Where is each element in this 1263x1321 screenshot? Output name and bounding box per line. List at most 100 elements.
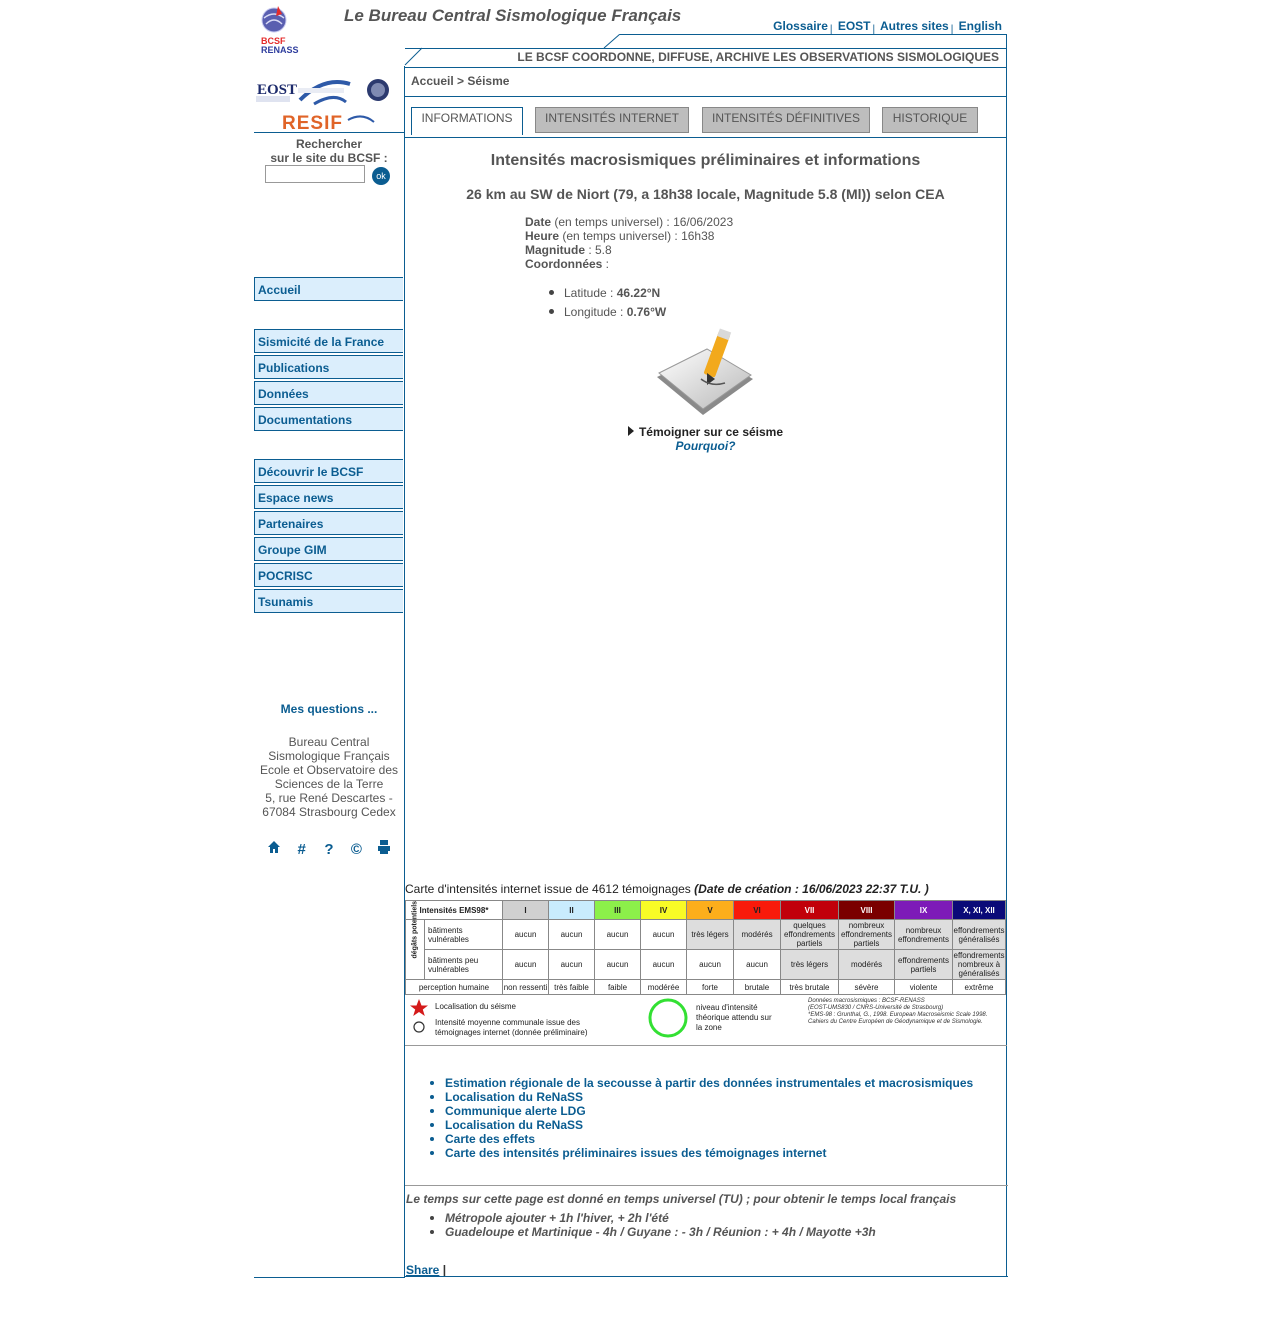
star-icon <box>410 999 428 1016</box>
nav-documentations[interactable]: Documentations <box>254 407 403 431</box>
nav-publications[interactable]: Publications <box>254 355 403 379</box>
bcsf-logo[interactable]: BCSF RENASS <box>258 4 306 55</box>
address-line: Bureau Central <box>288 735 370 749</box>
left-sidebar <box>254 66 405 1278</box>
resif-logo[interactable]: RESIF <box>282 113 375 134</box>
nav-decouvrir[interactable]: Découvrir le BCSF <box>254 459 403 483</box>
tabs-rule <box>405 137 1007 138</box>
copyright-icon[interactable]: © <box>348 841 364 858</box>
search-label-line2: sur le site du BCSF : <box>270 151 388 165</box>
home-icon[interactable] <box>266 840 282 858</box>
bullet <box>549 290 554 295</box>
sidebar-bottom-rule <box>254 1277 404 1278</box>
content-right-border <box>1006 34 1007 1276</box>
level-cell: VIII <box>838 900 895 920</box>
testify-link[interactable]: Témoigner sur ce séisme <box>405 425 1006 439</box>
breadcrumb: Accueil > Séisme <box>411 74 509 88</box>
longitude-label: Longitude : <box>564 305 627 319</box>
map-caption: Carte d'intensités internet issue de 461… <box>405 882 929 896</box>
date-row: Date (en temps universel) : 16/06/2023 <box>525 215 733 229</box>
search-input[interactable] <box>265 165 365 183</box>
nav-donnees[interactable]: Données <box>254 381 403 405</box>
english-link[interactable]: English <box>959 19 1002 33</box>
tagline-bar: LE BCSF COORDONNE, DIFFUSE, ARCHIVE LES … <box>405 48 1007 68</box>
nav-pocrisc[interactable]: POCRISC <box>254 563 403 587</box>
link-preliminary-map[interactable]: Carte des intensités préliminaires issue… <box>445 1146 826 1160</box>
link-ldg-alert[interactable]: Communique alerte LDG <box>445 1104 586 1118</box>
nav-partenaires[interactable]: Partenaires <box>254 511 403 535</box>
credit-line: Données macrosismiques : BCSF-RENASS <box>808 998 925 1004</box>
legend-credits: Données macrosismiques : BCSF-RENASS (EO… <box>808 998 1008 1026</box>
unistra-logo[interactable] <box>298 80 351 106</box>
hash-icon[interactable]: # <box>294 841 310 858</box>
print-icon[interactable] <box>376 840 392 858</box>
legend-cell: violente <box>894 979 953 995</box>
longitude-item: Longitude : 0.76°W <box>549 305 666 324</box>
page-title: Intensités macrosismiques préliminaires … <box>490 152 921 169</box>
legend-cell: nombreux effondrements <box>894 919 953 950</box>
search-label: Rechercher sur le site du BCSF : <box>254 137 404 165</box>
link-renass-2[interactable]: Localisation du ReNaSS <box>445 1118 583 1132</box>
legend-cell: effondrements nombreux à généralisés <box>952 949 1006 980</box>
ems98-table: Intensités EMS98* I II III IV V VI VII V… <box>405 900 1006 995</box>
list-item: Carte des effets <box>430 1132 973 1146</box>
bullet <box>549 309 554 314</box>
nav-groupe-gim[interactable]: Groupe GIM <box>254 537 403 561</box>
link-estimation[interactable]: Estimation régionale de la secousse à pa… <box>445 1076 973 1090</box>
partner-divider <box>254 132 404 133</box>
tab-informations[interactable]: INFORMATIONS <box>411 107 523 135</box>
credit-line: *EMS-98 : Grunthal, G., 1998. European M… <box>808 1012 988 1018</box>
testify-pencil-icon[interactable] <box>655 327 755 419</box>
share-link[interactable]: Share <box>406 1263 439 1277</box>
nav-espace-news[interactable]: Espace news <box>254 485 403 509</box>
questions-link[interactable]: Mes questions ... <box>254 702 404 716</box>
legend-rule <box>405 1045 1007 1046</box>
partner-logos: EOST RESIF <box>254 74 404 134</box>
credit-line: Cahiers du Centre Européen de Géodynamiq… <box>808 1019 983 1025</box>
level-cell: X, XI, XII <box>952 900 1006 920</box>
hour-note: (en temps universel) : <box>559 229 682 243</box>
magnitude-label: Magnitude <box>525 243 585 257</box>
legend-cell: très légers <box>686 919 734 950</box>
eost-link[interactable]: EOST <box>838 19 871 33</box>
testify-label: Témoigner sur ce séisme <box>638 425 784 439</box>
list-item: Localisation du ReNaSS <box>430 1090 973 1104</box>
nav-tsunamis[interactable]: Tsunamis <box>254 589 403 613</box>
eost-logo[interactable]: EOST <box>256 78 297 102</box>
tab-intensites-internet[interactable]: INTENSITÉS INTERNET <box>535 107 689 133</box>
search-ok-button[interactable]: ok <box>372 167 390 185</box>
nav-sismicite[interactable]: Sismicité de la France <box>254 329 403 353</box>
nav-accueil[interactable]: Accueil <box>254 277 403 301</box>
green-circle-label: niveau d'intensité théorique attendu sur… <box>696 1003 772 1032</box>
latitude-label: Latitude : <box>564 286 617 300</box>
time-note-rule <box>405 1185 1008 1186</box>
svg-text:RENASS: RENASS <box>261 45 299 54</box>
star-label: Localisation du séisme <box>435 1002 516 1011</box>
legend-cell: quelques effondrements partiels <box>780 919 839 950</box>
legend-header-row: Intensités EMS98* I II III IV V VI VII V… <box>405 900 1006 920</box>
glossary-link[interactable]: Glossaire <box>773 19 828 33</box>
svg-text:EOST: EOST <box>257 82 297 98</box>
legend-cell: sévère <box>838 979 895 995</box>
cnrs-logo[interactable] <box>367 79 389 101</box>
legend-cell: aucun <box>502 949 549 980</box>
list-item: Carte des intensités préliminaires issue… <box>430 1146 973 1160</box>
magnitude-value: : 5.8 <box>585 243 612 257</box>
link-effects-map[interactable]: Carte des effets <box>445 1132 535 1146</box>
level-cell: I <box>502 900 549 920</box>
longitude-value: 0.76°W <box>626 305 667 319</box>
tab-intensites-definitives[interactable]: INTENSITÉS DÉFINITIVES <box>702 107 870 133</box>
address-line: Sciences de la Terre <box>274 777 384 791</box>
legend-cell: aucun <box>686 949 734 980</box>
breadcrumb-home[interactable]: Accueil <box>411 74 454 88</box>
row-label: perception humaine <box>405 979 503 995</box>
other-sites-link[interactable]: Autres sites <box>880 19 949 33</box>
help-icon[interactable]: ? <box>321 841 337 858</box>
link-renass-1[interactable]: Localisation du ReNaSS <box>445 1090 583 1104</box>
hour-label: Heure <box>525 229 560 243</box>
tab-historique[interactable]: HISTORIQUE <box>882 107 978 133</box>
legend-cell: très brutale <box>780 979 839 995</box>
why-link[interactable]: Pourquoi? <box>405 439 1006 453</box>
top-links: Glossaire | EOST | Autres sites | English <box>773 19 1002 35</box>
share-bar: Share | <box>406 1263 446 1277</box>
